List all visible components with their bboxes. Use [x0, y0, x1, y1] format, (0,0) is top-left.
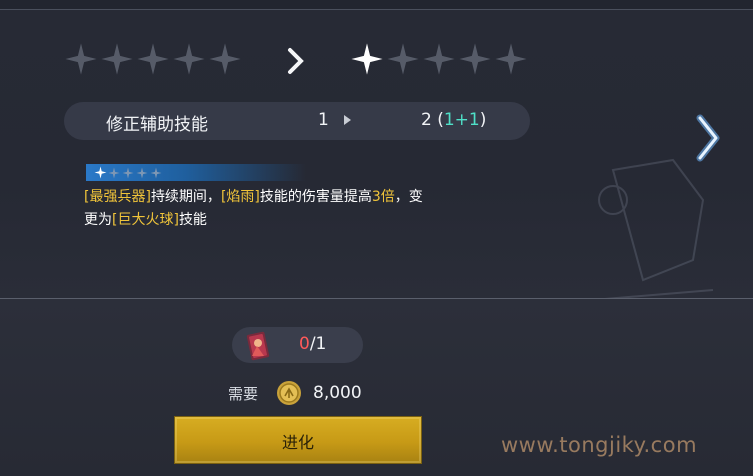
skill-name: 修正辅助技能 [106, 115, 208, 135]
star-empty-icon [101, 43, 133, 75]
material-count: 0/1 [299, 334, 326, 354]
watermark: www.tongjiky.com [501, 433, 698, 457]
star-empty-icon [122, 167, 134, 179]
description-line-2: 更为[巨大火球]技能 [84, 212, 207, 228]
material-owned: 0 [299, 334, 310, 354]
gold-coin-icon [277, 381, 301, 405]
star-empty-icon [387, 43, 419, 75]
star-empty-icon [65, 43, 97, 75]
evolve-button-label: 进化 [281, 433, 314, 452]
star-empty-icon [150, 167, 162, 179]
star-empty-icon [459, 43, 491, 75]
star-requirement-strip [86, 164, 306, 181]
skill-level-current: 1 [318, 110, 329, 130]
character-card-icon[interactable] [243, 330, 273, 362]
star-filled-icon [351, 43, 383, 75]
skill-level-bar: 修正辅助技能 1 2 (1+1) [64, 102, 530, 140]
star-empty-icon [136, 167, 148, 179]
star-filled-icon [94, 166, 107, 179]
next-page-arrow-icon[interactable] [692, 112, 724, 164]
evolve-button[interactable]: 进化 [174, 416, 422, 464]
star-empty-icon [108, 167, 120, 179]
level-arrow-icon [344, 115, 351, 125]
gold-cost-amount: 8,000 [313, 383, 362, 403]
skill-description: [最强兵器]持续期间，[焰雨]技能的伤害量提高3倍，变 更为[巨大火球]技能 [84, 186, 524, 232]
star-empty-icon [137, 43, 169, 75]
skill-level-bonus: 1+1 [443, 110, 480, 130]
cost-label: 需要 [228, 385, 259, 403]
skill-level-next: 2 (1+1) [421, 110, 487, 130]
star-empty-icon [495, 43, 527, 75]
description-line-1: [最强兵器]持续期间，[焰雨]技能的伤害量提高3倍，变 [84, 189, 423, 205]
current-star-rating [64, 42, 242, 78]
next-star-rating [350, 42, 528, 78]
chevron-right-icon [288, 48, 304, 74]
star-empty-icon [209, 43, 241, 75]
star-empty-icon [423, 43, 455, 75]
star-empty-icon [173, 43, 205, 75]
material-required: /1 [309, 334, 327, 354]
